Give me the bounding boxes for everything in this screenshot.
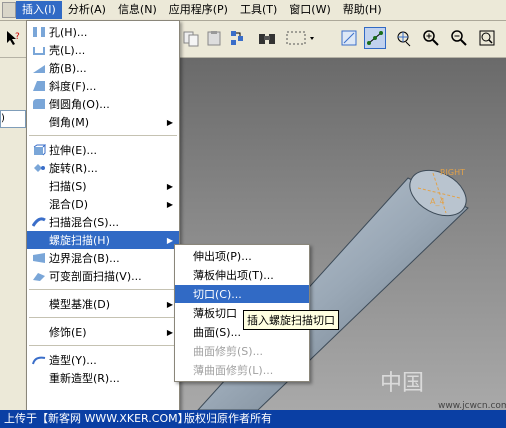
menu-bar: 插入(I) 分析(A) 信息(N) 应用程序(P) 工具(T) 窗口(W) 帮助…: [0, 0, 506, 21]
draft-icon: [31, 79, 47, 93]
menu-item-boundary-blend[interactable]: 边界混合(B)...: [27, 249, 179, 267]
boundary-blend-icon: [31, 251, 47, 265]
submenu-arrow-icon: ▶: [166, 199, 173, 209]
submenu-arrow-icon: ▶: [166, 327, 173, 337]
submenu-item-thin-protrusion[interactable]: 薄板伸出项(T)...: [175, 266, 309, 284]
menu-item-blend[interactable]: 混合(D) ▶: [27, 195, 179, 213]
submenu-arrow-icon: ▶: [166, 299, 173, 309]
menu-item-shell[interactable]: 壳(L)...: [27, 41, 179, 59]
menu-item-hole[interactable]: 孔(H)...: [27, 23, 179, 41]
hole-icon: [31, 25, 47, 39]
app-icon[interactable]: [2, 2, 16, 18]
filter-select-value: ): [1, 113, 5, 124]
var-sweep-icon: [31, 269, 47, 283]
watermark-text: 中国: [380, 371, 425, 396]
svg-text:?: ?: [15, 32, 20, 42]
insert-menu: 孔(H)... 壳(L)... 筋(B)... 斜度(F)... 倒圆角(O).…: [26, 20, 180, 417]
filter-select[interactable]: ): [0, 110, 26, 128]
menu-item-sweep[interactable]: 扫描(S) ▶: [27, 177, 179, 195]
submenu-arrow-icon: ▶: [166, 181, 173, 191]
find-icon[interactable]: [256, 27, 278, 49]
revolve-icon: [31, 161, 47, 175]
swept-blend-icon: [31, 215, 47, 229]
menu-item-rib[interactable]: 筋(B)...: [27, 59, 179, 77]
select-box-dropdown[interactable]: [284, 27, 318, 49]
zoom-in-icon[interactable]: [420, 27, 442, 49]
menu-item-style[interactable]: 造型(Y)...: [27, 351, 179, 369]
menu-applications[interactable]: 应用程序(P): [163, 1, 234, 19]
paste-icon[interactable]: [203, 27, 225, 49]
menu-item-extrude[interactable]: 拉伸(E)...: [27, 141, 179, 159]
menu-tools[interactable]: 工具(T): [234, 1, 283, 19]
menu-insert[interactable]: 插入(I): [16, 1, 62, 19]
status-bar: 上传于【新客网 WWW.XKER.COM】 版权归原作者所有: [0, 410, 506, 428]
submenu-arrow-icon: ▶: [166, 235, 173, 245]
submenu-item-cut[interactable]: 切口(C)...: [175, 285, 309, 303]
status-copyright: 版权归原作者所有: [184, 412, 272, 425]
regenerate-icon[interactable]: [226, 27, 248, 49]
orient-icon[interactable]: [392, 27, 414, 49]
refit-icon[interactable]: [476, 27, 498, 49]
submenu-item-thin-surface-trim: 薄曲面修剪(L)...: [193, 364, 274, 377]
submenu-item-protrusion[interactable]: 伸出项(P)...: [175, 247, 309, 265]
zoom-out-icon[interactable]: [448, 27, 470, 49]
menu-divider: [29, 345, 177, 346]
menu-window[interactable]: 窗口(W): [283, 1, 336, 19]
sketch-view-icon[interactable]: [338, 27, 360, 49]
submenu-arrow-icon: ▶: [166, 117, 173, 127]
menu-item-draft[interactable]: 斜度(F)...: [27, 77, 179, 95]
menu-item-helical-sweep[interactable]: 螺旋扫描(H) ▶: [27, 231, 179, 249]
submenu-item-surface-trim: 曲面修剪(S)...: [193, 345, 264, 358]
extrude-icon: [31, 143, 47, 157]
menu-item-round[interactable]: 倒圆角(O)...: [27, 95, 179, 113]
menu-item-restyle[interactable]: 重新造型(R)...: [27, 369, 179, 387]
menu-info[interactable]: 信息(N): [112, 1, 163, 19]
rib-icon: [31, 61, 47, 75]
style-icon: [31, 353, 47, 367]
status-source: 上传于【新客网 WWW.XKER.COM】: [4, 412, 189, 425]
tooltip: 插入螺旋扫描切口: [243, 310, 339, 330]
menu-item-swept-blend[interactable]: 扫描混合(S)...: [27, 213, 179, 231]
round-icon: [31, 97, 47, 111]
datum-points-icon[interactable]: [364, 27, 386, 49]
menu-help[interactable]: 帮助(H): [337, 1, 388, 19]
menu-divider: [29, 317, 177, 318]
axis-label: A_4: [430, 197, 445, 206]
menu-divider: [29, 289, 177, 290]
menu-item-chamfer[interactable]: 倒角(M) ▶: [27, 113, 179, 131]
menu-item-revolve[interactable]: 旋转(R)...: [27, 159, 179, 177]
whats-this-icon[interactable]: ?: [2, 27, 24, 49]
menu-analysis[interactable]: 分析(A): [62, 1, 112, 19]
copy-icon[interactable]: [180, 27, 202, 49]
menu-item-model-datum[interactable]: 模型基准(D) ▶: [27, 295, 179, 313]
menu-item-cosmetic[interactable]: 修饰(E) ▶: [27, 323, 179, 341]
menu-item-var-section-sweep[interactable]: 可变剖面扫描(V)...: [27, 267, 179, 285]
datum-right-label: RIGHT: [440, 168, 465, 177]
shell-icon: [31, 43, 47, 57]
menu-divider: [29, 135, 177, 136]
